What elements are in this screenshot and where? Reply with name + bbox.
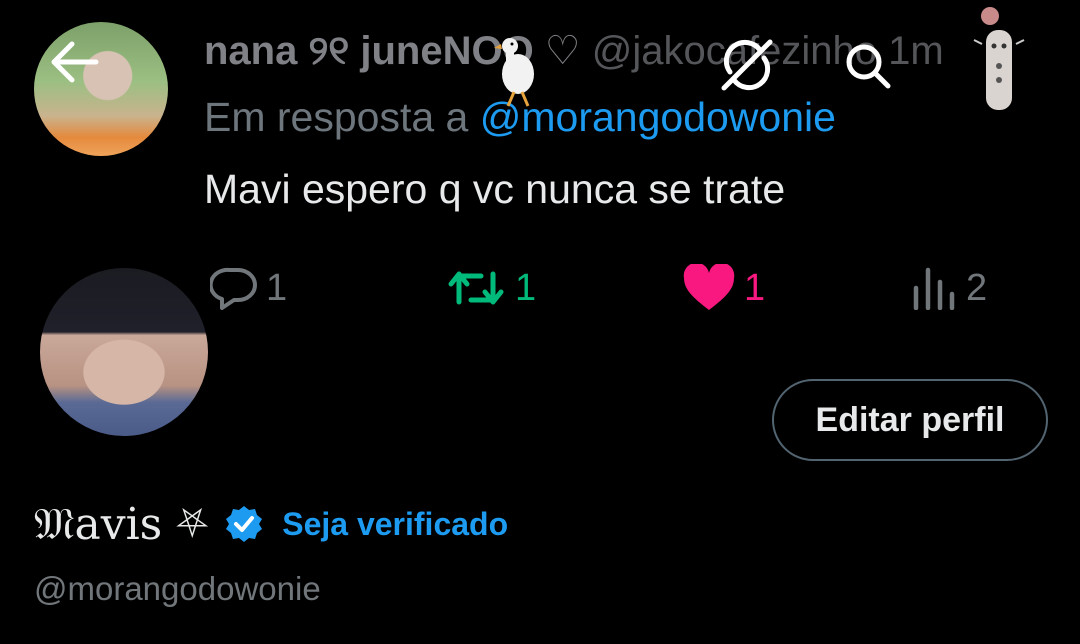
retweet-count: 1 bbox=[515, 266, 537, 309]
reply-prefix: Em resposta a bbox=[204, 94, 469, 140]
back-button[interactable] bbox=[48, 38, 100, 86]
edit-profile-button[interactable]: Editar perfil bbox=[772, 379, 1048, 461]
retweet-action[interactable]: 1 bbox=[445, 262, 536, 314]
profile-handle: @morangodowonie bbox=[34, 570, 321, 607]
tweet-time: 1m bbox=[888, 29, 944, 73]
sync-icon bbox=[721, 39, 773, 91]
tweet-text: Mavi espero q vc nunca se trate bbox=[204, 166, 786, 212]
duck-sticker-icon bbox=[490, 30, 550, 110]
views-icon bbox=[913, 267, 955, 310]
like-count: 1 bbox=[744, 266, 766, 309]
heart-icon bbox=[683, 264, 735, 310]
like-action[interactable]: 1 bbox=[682, 262, 765, 314]
search-button[interactable] bbox=[840, 38, 896, 94]
cat-sticker-icon bbox=[970, 4, 1026, 120]
retweet-icon bbox=[448, 271, 504, 305]
pentagram-icon: ⛧ bbox=[176, 501, 209, 546]
sync-button[interactable] bbox=[716, 34, 778, 96]
profile-display-name: 𝔐avis bbox=[34, 498, 163, 550]
views-action[interactable]: 2 bbox=[910, 262, 987, 314]
profile-name-row: 𝔐avis ⛧ Seja verificado bbox=[34, 496, 508, 552]
get-verified-link[interactable]: Seja verificado bbox=[282, 506, 508, 543]
reply-action[interactable]: 1 bbox=[210, 262, 287, 314]
views-count: 2 bbox=[966, 266, 988, 309]
profile-avatar[interactable] bbox=[34, 262, 214, 442]
arrow-left-icon bbox=[51, 41, 99, 83]
verified-badge-icon[interactable] bbox=[224, 504, 264, 544]
reply-icon bbox=[210, 267, 257, 310]
search-icon bbox=[846, 44, 891, 89]
tweet-header: nana ୨୧ juneNOO ♡ @jakocafezinho 1m bbox=[204, 28, 1080, 74]
reply-count: 1 bbox=[266, 266, 288, 309]
